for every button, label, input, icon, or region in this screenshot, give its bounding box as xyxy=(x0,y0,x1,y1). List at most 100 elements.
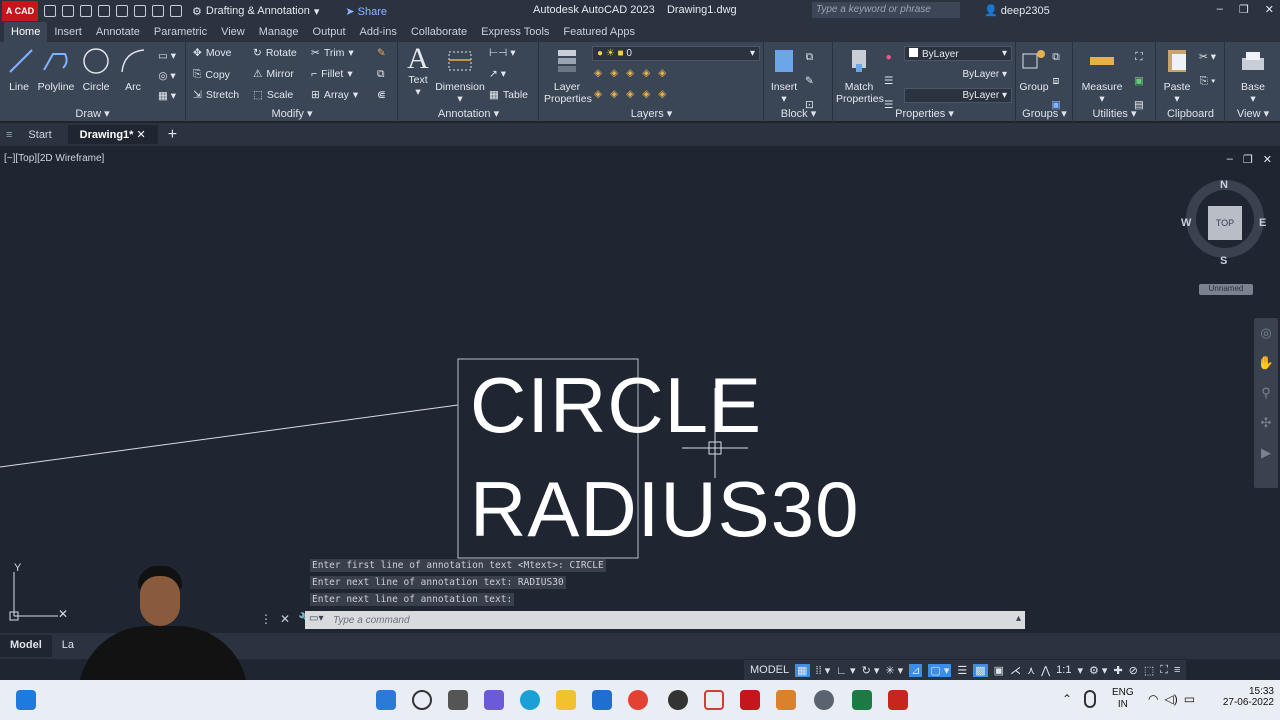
drawing-viewport[interactable]: [−][Top][2D Wireframe] – ❐ ✕ ✕ CIRCLE RADI… xyxy=(0,148,1280,632)
mirror-tool[interactable]: ⚠ Mirror xyxy=(253,68,294,80)
compass-west[interactable]: W xyxy=(1181,217,1191,229)
restore-icon[interactable]: ❐ xyxy=(1239,3,1249,16)
grid-icon[interactable]: ▦ xyxy=(795,663,810,677)
command-prompt-icon[interactable]: ▭▾ xyxy=(309,613,323,624)
lineweight-dropdown[interactable]: ByLayer ▾ xyxy=(904,88,1012,103)
showmotion-icon[interactable]: ▶ xyxy=(1254,438,1278,468)
autocad-taskbar-icon[interactable] xyxy=(740,690,760,710)
clean-screen-icon[interactable]: ⛶ xyxy=(1160,664,1168,677)
file-tabs-menu-icon[interactable]: ≡ xyxy=(6,129,12,141)
share-button[interactable]: ➤ Share xyxy=(345,5,387,18)
tab-express-tools[interactable]: Express Tools xyxy=(474,26,556,38)
selection-cycling-icon[interactable]: ▣ xyxy=(994,664,1004,677)
rotate-tool[interactable]: ↻ Rotate xyxy=(253,47,297,59)
copy-tool[interactable]: ⎘ Copy xyxy=(193,68,230,81)
grip-icon[interactable]: ⋮ xyxy=(260,612,272,626)
circle-tool[interactable]: Circle xyxy=(80,46,112,93)
tab-add-ins[interactable]: Add-ins xyxy=(353,26,404,38)
tab-parametric[interactable]: Parametric xyxy=(147,26,214,38)
modify-panel-label[interactable]: Modify ▾ xyxy=(187,107,397,120)
groups-panel-label[interactable]: Groups ▾ xyxy=(1017,107,1072,120)
excel-icon[interactable] xyxy=(852,690,872,710)
chrome-icon[interactable] xyxy=(628,690,648,710)
table-tool[interactable]: ▦ Table xyxy=(489,89,528,101)
workspace-gear-icon[interactable]: ⚙ ▾ xyxy=(1089,664,1107,677)
snipping-tool-icon[interactable] xyxy=(776,690,796,710)
settings-icon[interactable] xyxy=(814,690,834,710)
acrobat-icon[interactable] xyxy=(888,690,908,710)
language-indicator[interactable]: ENG IN xyxy=(1112,687,1134,711)
feedback-icon[interactable] xyxy=(704,690,724,710)
mail-icon[interactable] xyxy=(592,690,612,710)
close-icon[interactable]: ✕ xyxy=(280,612,290,626)
tab-view[interactable]: View xyxy=(214,26,252,38)
save-icon[interactable] xyxy=(80,5,92,17)
ortho-icon[interactable]: ∟ ▾ xyxy=(836,664,855,677)
tab-featured-apps[interactable]: Featured Apps xyxy=(556,26,642,38)
fillet-tool[interactable]: ⌐ Fillet ▾ xyxy=(311,68,353,80)
erase-tool[interactable]: ✎ xyxy=(377,47,386,59)
polyline-tool[interactable]: Polyline xyxy=(36,46,76,93)
tab-insert[interactable]: Insert xyxy=(47,26,89,38)
command-history-toggle-icon[interactable]: ▴ xyxy=(1016,613,1021,624)
isodraft-icon[interactable]: ✳ ▾ xyxy=(885,664,903,677)
insert-tool[interactable]: Insert ▾ xyxy=(769,46,799,105)
autocad-logo[interactable]: A CAD xyxy=(2,1,38,21)
save-as-icon[interactable] xyxy=(98,5,110,17)
scale-tool[interactable]: ⬚ Scale xyxy=(253,89,293,101)
obs-icon[interactable] xyxy=(668,690,688,710)
array-tool[interactable]: ⊞ Array ▾ xyxy=(311,89,358,101)
minimize-icon[interactable]: – xyxy=(1217,3,1223,16)
model-space-button[interactable]: MODEL xyxy=(750,664,789,676)
block-extra-tools[interactable]: ⧉ ✎ ⊡ xyxy=(805,47,814,115)
offset-tool[interactable]: ⋐ xyxy=(377,89,386,101)
draw-extra-tools[interactable]: ▭ ▾ ◎ ▾ ▦ ▾ xyxy=(152,46,182,106)
orbit-icon[interactable]: ✣ xyxy=(1254,408,1278,438)
mtext-annotation[interactable]: CIRCLE RADIUS30 xyxy=(470,364,859,550)
drawn-line[interactable] xyxy=(0,404,459,468)
ucs-menu[interactable]: Unnamed xyxy=(1199,284,1253,295)
match-properties-tool[interactable]: Match Properties xyxy=(836,46,884,105)
text-tool[interactable]: A Text ▾ xyxy=(403,44,433,99)
view-panel-label[interactable]: View ▾ xyxy=(1226,107,1280,120)
system-status-icons[interactable]: ◠ ◁) ▭ xyxy=(1148,692,1195,706)
redo-icon[interactable] xyxy=(170,5,182,17)
zoom-icon[interactable]: ⚲ xyxy=(1254,378,1278,408)
annotation-monitor-icon[interactable]: ✚ xyxy=(1113,664,1122,677)
autoscale-icon[interactable]: ⋏ xyxy=(1027,664,1035,677)
layer-dropdown[interactable]: ● ☀ ■ 0 ▾ xyxy=(592,46,760,61)
utilities-panel-label[interactable]: Utilities ▾ xyxy=(1074,107,1155,120)
lineweight-toggle-icon[interactable]: ☰ xyxy=(957,664,967,677)
layer-properties-tool[interactable]: Layer Properties xyxy=(544,46,592,105)
tab-model[interactable]: Model xyxy=(0,635,52,657)
clock[interactable]: 15:33 27-06-2022 xyxy=(1223,686,1274,708)
draw-panel-label[interactable]: Draw ▾ xyxy=(0,107,185,120)
layers-panel-label[interactable]: Layers ▾ xyxy=(540,107,763,120)
task-view-icon[interactable] xyxy=(448,690,468,710)
units-icon[interactable]: ⊘ xyxy=(1129,664,1138,677)
polar-icon[interactable]: ↻ ▾ xyxy=(862,664,880,677)
group-tool[interactable]: Group xyxy=(1019,46,1049,93)
tab-manage[interactable]: Manage xyxy=(252,26,306,38)
isolate-objects-icon[interactable]: ⬚ xyxy=(1144,664,1154,677)
tray-overflow-icon[interactable]: ⌃ xyxy=(1062,692,1072,706)
viewcube-face[interactable]: TOP xyxy=(1208,206,1242,240)
file-explorer-icon[interactable] xyxy=(556,690,576,710)
leader-tool[interactable]: ↗ ▾ xyxy=(489,68,506,80)
linear-dim-tool[interactable]: ⊢⊣ ▾ xyxy=(489,47,515,59)
clipboard-panel-label[interactable]: Clipboard xyxy=(1157,108,1224,120)
annotation-scale-icon[interactable]: ⋀ xyxy=(1041,664,1050,677)
tab-start[interactable]: Start xyxy=(16,126,63,144)
osnap-icon[interactable]: ⊿ xyxy=(909,663,923,677)
paste-tool[interactable]: Paste ▾ xyxy=(1161,46,1193,105)
windows-start-icon[interactable] xyxy=(16,690,36,710)
teams-chat-icon[interactable] xyxy=(484,690,504,710)
group-extra-tools[interactable]: ⧉ ⧈ ▣ xyxy=(1051,47,1061,115)
move-tool[interactable]: ✥ Move xyxy=(193,47,232,59)
block-panel-label[interactable]: Block ▾ xyxy=(765,107,832,120)
linetype-dropdown[interactable]: ByLayer ▾ xyxy=(904,67,1012,82)
edge-browser-icon[interactable] xyxy=(520,690,540,710)
compass-north[interactable]: N xyxy=(1220,179,1228,191)
annotation-panel-label[interactable]: Annotation ▾ xyxy=(399,107,538,120)
plot-icon[interactable] xyxy=(134,5,146,17)
